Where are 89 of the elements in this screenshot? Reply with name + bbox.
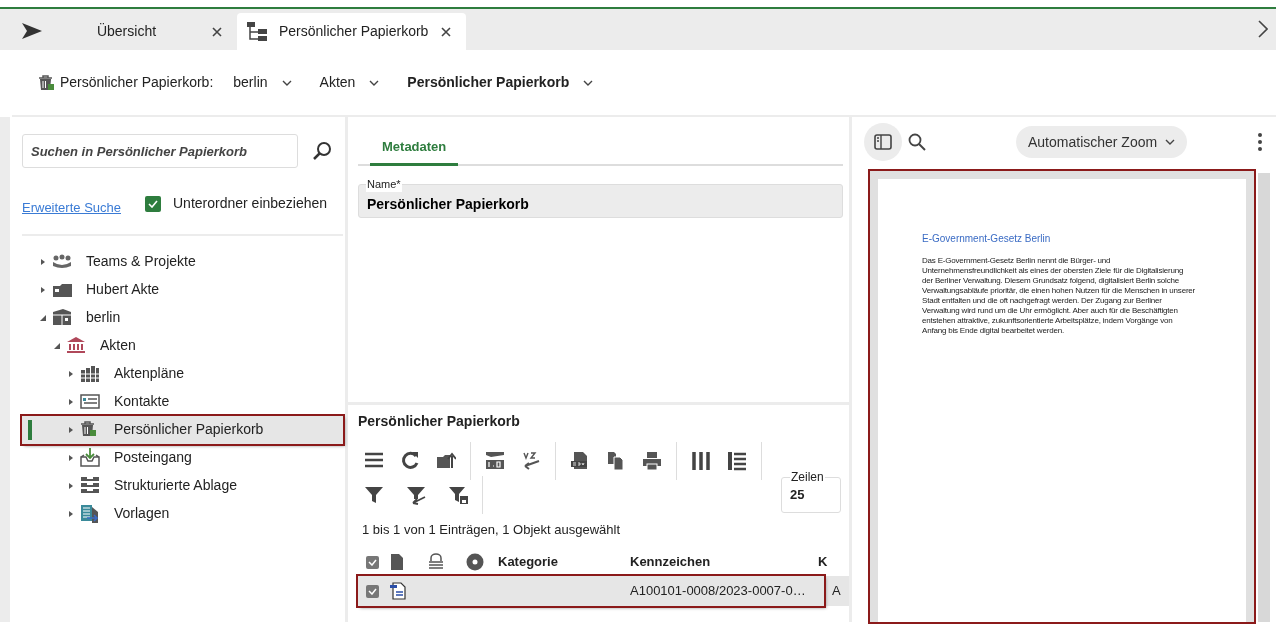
checkbox-label: Unterordner einbeziehen xyxy=(173,194,328,214)
checkmark-icon xyxy=(148,199,158,208)
send-icon xyxy=(22,22,42,41)
expand-icon[interactable] xyxy=(68,398,74,405)
zoom-dropdown[interactable]: Automatischer Zoom xyxy=(1016,126,1188,158)
tree-item[interactable]: Akten xyxy=(22,331,343,360)
table-row[interactable]: A100101-0008/2023-0007-0… xyxy=(358,575,824,606)
column-header[interactable]: K xyxy=(810,551,830,572)
checkmark-icon xyxy=(368,587,377,595)
copy-icon[interactable] xyxy=(606,451,626,471)
chevron-down-icon xyxy=(583,79,594,86)
checkbox[interactable] xyxy=(366,584,379,598)
more-icon[interactable] xyxy=(1258,133,1262,151)
expand-icon[interactable] xyxy=(68,370,74,377)
version-icon[interactable] xyxy=(485,451,505,471)
search-field[interactable]: Suchen in Persönlicher Papierkorb xyxy=(22,134,298,168)
tab[interactable]: Metadaten xyxy=(370,137,459,166)
list-layout-icon[interactable] xyxy=(727,451,747,471)
advanced-search-link[interactable]: Erweiterte Suche xyxy=(22,198,121,218)
breadcrumb-label: Persönlicher Papierkorb: xyxy=(60,73,214,92)
chevron-down-icon xyxy=(281,79,292,86)
tree-item[interactable]: berlin xyxy=(22,303,343,332)
filter-icon[interactable] xyxy=(364,485,384,505)
search-icon[interactable] xyxy=(312,141,332,161)
collapse-icon[interactable] xyxy=(54,342,60,349)
inbox-icon xyxy=(80,448,100,467)
tree-item[interactable]: Teams & Projekte xyxy=(22,247,343,276)
table-cell-text: A100101-0008/2023-0007-0… xyxy=(630,581,807,600)
checkbox[interactable] xyxy=(145,195,161,212)
breadcrumb-item[interactable]: Persönlicher Papierkorb xyxy=(399,72,602,93)
expand-icon[interactable] xyxy=(40,258,46,265)
rows-value: 25 xyxy=(790,487,805,502)
tree-item[interactable]: Kontakte xyxy=(22,387,343,416)
table-cell-text: A xyxy=(831,581,842,600)
expand-icon[interactable] xyxy=(68,510,74,517)
column-header[interactable]: Kennzeichen xyxy=(630,551,810,572)
expand-icon[interactable] xyxy=(68,482,74,489)
document-icon xyxy=(390,582,406,601)
trash-icon xyxy=(38,74,54,91)
tree-item[interactable]: Hubert Akte xyxy=(22,275,343,304)
expand-icon[interactable] xyxy=(68,426,74,433)
upload-folder-icon[interactable] xyxy=(436,451,456,471)
search-icon[interactable] xyxy=(908,133,926,151)
hierarchy-icon xyxy=(247,22,267,41)
tree-item[interactable]: Vorlagen xyxy=(22,499,343,528)
document-paragraph: Das E-Government-Gesetz Berlin nennt die Bürger- und Unternehmensfreundlichkeit als eines der obersten Ziele für die Digitalisierung der Berliner Verwaltung. Diesem Grundsatz folgend, digitalisiert Berlin solche Verwaltungsabläufe prioritär, die einen hohen Nutzen für die Menschen in unserer Stadt entfalten und die oft nachgefragt werden. Der Zugang zur Berliner Verwaltung wird rund um die Uhr ermöglicht. Aber auch für die Beschäftigten entstehen attraktive, zukunftsorientierte Arbeitsplätze, indem Vorgänge von Anfang bis Ende digital bearbeitet werden. xyxy=(922,256,1197,336)
filter-save-icon[interactable] xyxy=(448,485,468,505)
refresh-icon[interactable] xyxy=(400,451,420,471)
group-icon xyxy=(52,252,72,271)
building-icon xyxy=(66,336,86,355)
collapse-icon[interactable] xyxy=(40,314,46,321)
tree-item[interactable]: Strukturierte Ablage xyxy=(22,471,343,500)
columns-icon[interactable] xyxy=(691,451,711,471)
breadcrumb-item[interactable]: berlin xyxy=(225,72,300,93)
rows-label: Zeilen xyxy=(790,471,825,483)
document-icon xyxy=(390,553,404,572)
sidebar-icon[interactable] xyxy=(874,134,892,150)
tab[interactable]: Persönlicher Papierkorb xyxy=(237,13,467,50)
document-heading: E-Government-Gesetz Berlin xyxy=(922,232,1052,246)
filter-arrow-icon[interactable] xyxy=(406,485,426,505)
tab[interactable]: Übersicht xyxy=(12,13,237,50)
tree-item[interactable]: Posteingang xyxy=(22,443,343,472)
list-title: Persönlicher Papierkorb xyxy=(358,412,521,431)
tree-item[interactable]: Aktenpläne xyxy=(22,359,343,388)
card-icon xyxy=(80,392,100,411)
document-arrow-icon xyxy=(80,504,100,523)
lock-icon xyxy=(428,553,444,572)
checkmark-icon xyxy=(368,558,377,566)
print-icon[interactable] xyxy=(642,451,662,471)
chevron-down-icon xyxy=(1165,139,1176,145)
result-summary: 1 bis 1 von 1 Einträgen, 1 Objekt ausgewählt xyxy=(362,521,621,539)
close-icon[interactable] xyxy=(440,25,453,38)
disc-icon xyxy=(466,553,484,572)
column-header[interactable]: Kategorie xyxy=(498,551,630,572)
checkbox[interactable] xyxy=(366,555,379,569)
chevron-right-icon[interactable] xyxy=(1258,20,1268,38)
rows-field[interactable]: Zeilen 25 xyxy=(781,471,841,513)
box-icon xyxy=(52,308,72,327)
tray-stack-icon xyxy=(80,476,100,495)
binders-icon xyxy=(80,364,100,383)
expand-icon[interactable] xyxy=(68,454,74,461)
expand-icon[interactable] xyxy=(40,286,46,293)
csv-file-icon[interactable] xyxy=(570,451,590,471)
chevron-down-icon xyxy=(369,79,380,86)
breadcrumb-item[interactable]: Akten xyxy=(311,72,388,93)
selected-tree-row[interactable]: Persönlicher Papierkorb xyxy=(22,415,343,444)
close-icon[interactable] xyxy=(211,25,223,38)
sort-az-icon[interactable] xyxy=(521,451,541,471)
scrollbar[interactable] xyxy=(1258,173,1270,622)
